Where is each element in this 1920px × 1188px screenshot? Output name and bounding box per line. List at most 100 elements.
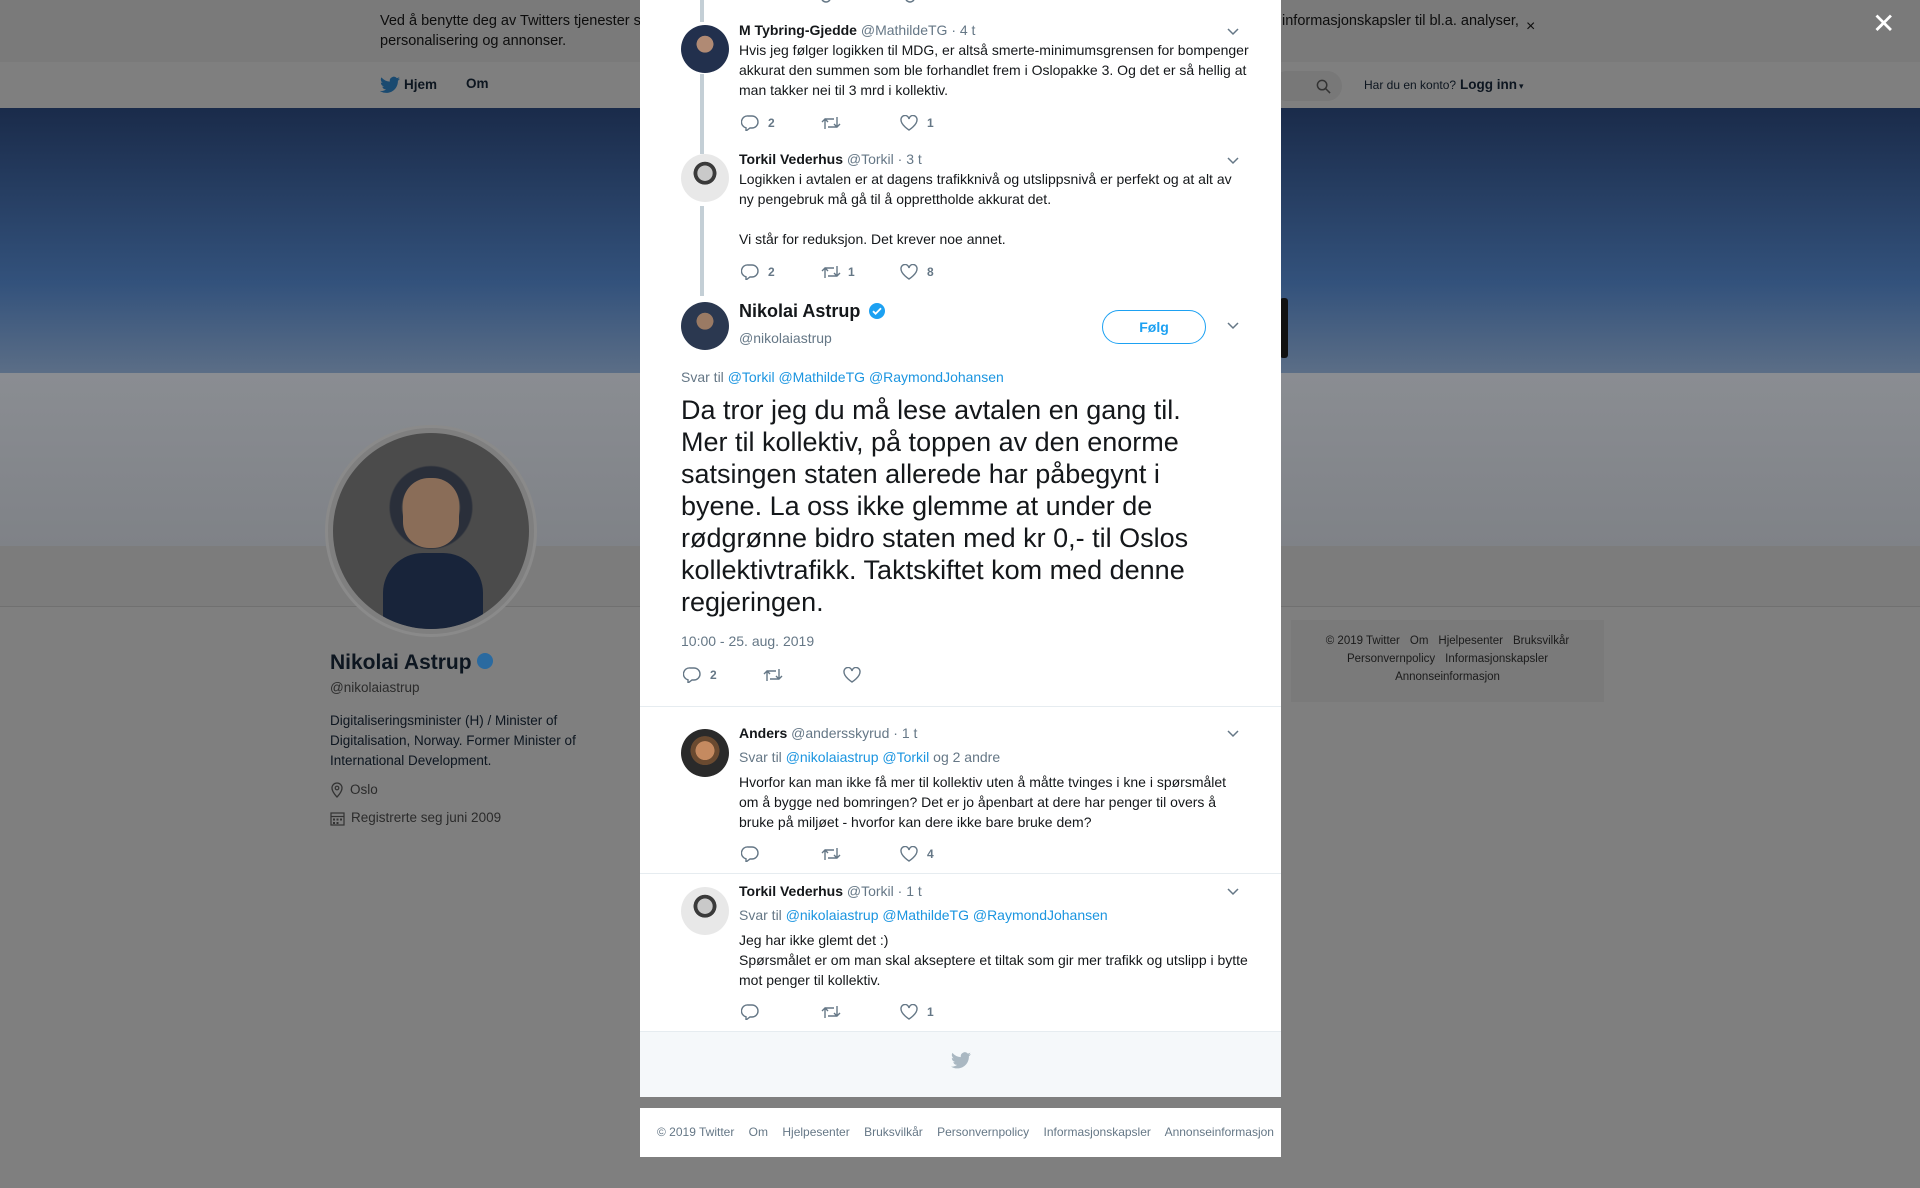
- footer-link[interactable]: Personvernpolicy: [937, 1125, 1029, 1139]
- tweet-author-handle[interactable]: @andersskyrud: [791, 725, 889, 741]
- tweet-text: Logikken i avtalen er at dagens trafikkn…: [739, 171, 1232, 247]
- mention-link[interactable]: @nikolaiastrup: [786, 749, 879, 765]
- modal-footer: [640, 1031, 1281, 1097]
- tweet-time[interactable]: · 4 t: [951, 22, 975, 38]
- search-icon: [1316, 79, 1331, 94]
- chevron-down-icon[interactable]: [1226, 887, 1240, 897]
- nav-about-link[interactable]: Om: [466, 76, 489, 91]
- footer-link[interactable]: Annonseinformasjon: [1395, 671, 1500, 683]
- retweet-icon: [821, 266, 841, 278]
- mention-link[interactable]: @nikolaiastrup: [786, 907, 879, 923]
- profile-name: Nikolai Astrup: [330, 651, 493, 675]
- chevron-down-icon[interactable]: [1226, 321, 1240, 331]
- twitter-bird-icon: [380, 76, 400, 93]
- footer-link[interactable]: Informasjonskapsler: [1445, 653, 1548, 665]
- login-button[interactable]: Logg inn ▾: [1460, 77, 1524, 92]
- heart-icon: [900, 115, 918, 131]
- footer-link[interactable]: Om: [749, 1125, 768, 1139]
- reply-icon: [741, 1004, 759, 1020]
- cookie-close-button[interactable]: ×: [1526, 18, 1535, 36]
- avatar[interactable]: [681, 729, 729, 777]
- mention-link[interactable]: @RaymondJohansen: [973, 907, 1108, 923]
- profile-bio: Digitaliseringsminister (H) / Minister o…: [330, 713, 576, 768]
- login-label: Logg inn: [1460, 77, 1517, 92]
- heart-icon: [843, 667, 861, 683]
- nav-home-link[interactable]: Hjem: [380, 76, 437, 94]
- heart-icon: [900, 846, 918, 862]
- main-tweet-timestamp[interactable]: 10:00 - 25. aug. 2019: [681, 633, 814, 649]
- retweet-icon: [763, 669, 783, 681]
- tweet-author-name[interactable]: Anders: [739, 725, 787, 741]
- reply-icon: [741, 846, 759, 862]
- footer-link[interactable]: Informasjonskapsler: [1044, 1125, 1151, 1139]
- tweet-time[interactable]: · 3 t: [898, 151, 922, 167]
- reply-to: Svar til @nikolaiastrup @Torkil og 2 and…: [739, 749, 1001, 765]
- nav-home-label: Hjem: [404, 77, 438, 92]
- chevron-down-icon[interactable]: [1226, 156, 1240, 166]
- tweet-author-handle[interactable]: @MathildeTG: [861, 22, 948, 38]
- header-skier: [1280, 298, 1288, 358]
- tweet-text: Hvorfor kan man ikke få mer til kollekti…: [739, 774, 1227, 830]
- footer-link[interactable]: © 2019 Twitter: [657, 1125, 734, 1139]
- mention-link[interactable]: @Torkil: [882, 749, 929, 765]
- retweet-icon: [821, 117, 841, 129]
- retweet-icon: [821, 848, 841, 860]
- profile-avatar[interactable]: [325, 425, 537, 637]
- tweet-author-handle[interactable]: @Torkil: [847, 883, 894, 899]
- footer-link[interactable]: Hjelpesenter: [782, 1125, 849, 1139]
- tweet-author-handle[interactable]: @Torkil: [847, 151, 894, 167]
- reply-icon: [683, 667, 701, 683]
- avatar[interactable]: [681, 302, 729, 350]
- thread-line: [700, 74, 704, 154]
- mention-link[interactable]: @RaymondJohansen: [869, 369, 1004, 385]
- cookie-text-right: informasjonskapsler til bl.a. analyser,: [1282, 13, 1519, 29]
- close-overlay-button[interactable]: ✕: [1872, 10, 1895, 38]
- main-tweet-handle[interactable]: @nikolaiastrup: [739, 330, 832, 346]
- avatar[interactable]: [681, 887, 729, 935]
- thread-line: [700, 0, 704, 22]
- profile-location: Oslo: [330, 782, 378, 798]
- tweet-author-name[interactable]: M Tybring-Gjedde: [739, 22, 857, 38]
- chevron-down-icon: ▾: [1518, 81, 1524, 91]
- mention-link[interactable]: @MathildeTG: [882, 907, 969, 923]
- reply-icon: [741, 115, 759, 131]
- bottom-footer: © 2019 Twitter Om Hjelpesenter Bruksvilk…: [640, 1108, 1281, 1157]
- follow-button[interactable]: Følg: [1102, 310, 1206, 344]
- search-input[interactable]: [1272, 71, 1342, 101]
- verified-badge-icon: [476, 653, 493, 669]
- mention-link[interactable]: @MathildeTG: [778, 369, 865, 385]
- divider: [640, 706, 1281, 707]
- chevron-down-icon[interactable]: [1226, 729, 1240, 739]
- footer-link[interactable]: Annonseinformasjon: [1165, 1125, 1274, 1139]
- tweet-text: Jeg har ikke glemt det :) Spørsmålet er …: [739, 932, 1248, 988]
- footer-link[interactable]: Bruksvilkår: [864, 1125, 923, 1139]
- profile-handle: @nikolaiastrup: [330, 680, 420, 695]
- mention-link[interactable]: @Torkil: [728, 369, 775, 385]
- tweet-author-name[interactable]: Torkil Vederhus: [739, 151, 843, 167]
- avatar[interactable]: [681, 25, 729, 73]
- calendar-icon: [330, 812, 345, 826]
- tweet-text: Hvis jeg følger logikken til MDG, er alt…: [739, 42, 1249, 98]
- chevron-down-icon[interactable]: [1226, 27, 1240, 37]
- truncated-actions: [821, 0, 915, 3]
- retweet-icon: [821, 1006, 841, 1018]
- tweet-time[interactable]: · 1 t: [898, 883, 922, 899]
- footer-link[interactable]: Om: [1410, 635, 1429, 647]
- main-tweet-text: Da tror jeg du må lese avtalen en gang t…: [681, 395, 1189, 617]
- account-question: Har du en konto?: [1364, 78, 1457, 92]
- footer-link[interactable]: Bruksvilkår: [1513, 635, 1569, 647]
- footer-link[interactable]: Hjelpesenter: [1438, 635, 1503, 647]
- reply-to: Svar til @nikolaiastrup @MathildeTG @Ray…: [739, 907, 1108, 923]
- tweet-time[interactable]: · 1 t: [893, 725, 917, 741]
- divider: [640, 873, 1281, 874]
- side-footer: © 2019 Twitter Om Hjelpesenter Bruksvilkår …: [1291, 620, 1604, 702]
- avatar[interactable]: [681, 154, 729, 202]
- profile-joined: Registrerte seg juni 2009: [330, 810, 501, 826]
- twitter-bird-icon: [951, 1052, 971, 1069]
- main-tweet-author[interactable]: Nikolai Astrup: [739, 301, 886, 322]
- location-pin-icon: [331, 782, 343, 798]
- footer-link[interactable]: Personvernpolicy: [1347, 653, 1435, 665]
- tweet-author-name[interactable]: Torkil Vederhus: [739, 883, 843, 899]
- footer-link[interactable]: © 2019 Twitter: [1326, 635, 1400, 647]
- thread-line: [700, 206, 704, 296]
